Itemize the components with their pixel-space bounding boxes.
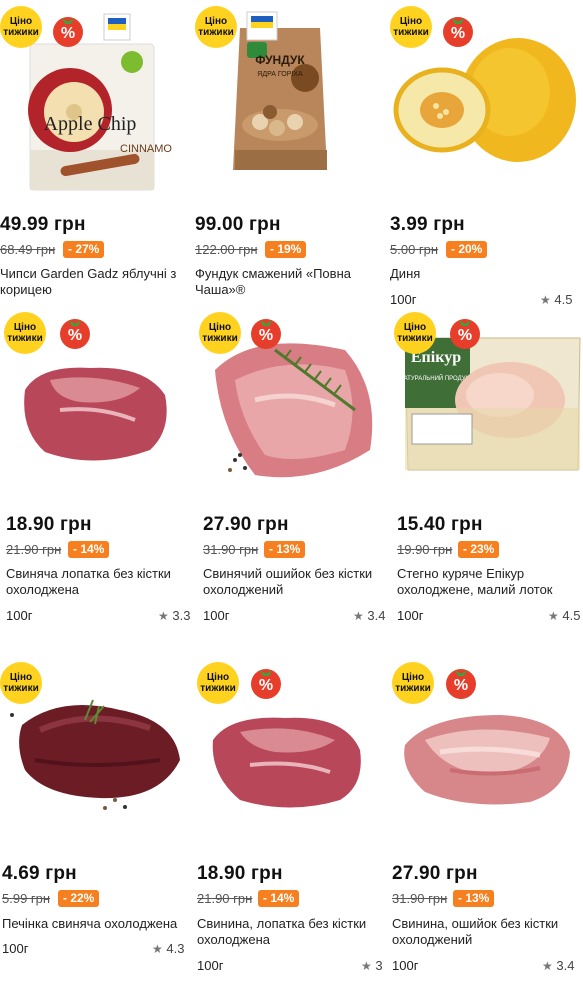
star-icon: ★ — [158, 609, 169, 623]
discount-badge: - 13% — [264, 541, 306, 558]
product-card[interactable]: Ціно тижики % 27.90 грн 31.90 грн - 13% … — [195, 310, 390, 640]
svg-text:%: % — [451, 25, 465, 42]
old-price: 31.90 грн — [203, 542, 259, 557]
product-card[interactable]: Ціно тижики % 3.99 грн 5.00 грн - 20% Ди… — [390, 0, 583, 330]
product-price: 15.40 грн — [397, 514, 483, 535]
product-price: 18.90 грн — [197, 863, 283, 884]
product-card[interactable]: Ціно тижики % 18.90 грн 21.90 грн - 14% … — [195, 660, 390, 990]
product-weight: 100г — [203, 608, 230, 623]
product-weight: 100г — [6, 608, 33, 623]
product-card[interactable]: ФУНДУК ЯДРА ГОРІХА Ціно тижики 99.00 грн… — [195, 0, 390, 330]
svg-text:%: % — [458, 327, 472, 344]
discount-badge: - 27% — [63, 241, 105, 258]
product-price: 27.90 грн — [203, 514, 289, 535]
svg-text:%: % — [259, 327, 273, 344]
ciono-badge: Ціно тижики — [197, 662, 239, 704]
star-icon: ★ — [361, 959, 372, 973]
pack-sub-text: НАТУРАЛЬНИЙ ПРОДУКТ — [399, 374, 473, 382]
old-price: 19.90 грн — [397, 542, 453, 557]
product-rating: ★ 4.3 — [152, 941, 185, 956]
product-title[interactable]: Диня — [390, 266, 575, 282]
product-rating: ★ 3.4 — [542, 958, 575, 973]
old-price: 21.90 грн — [197, 891, 253, 906]
product-price: 99.00 грн — [195, 214, 281, 235]
svg-text:%: % — [259, 677, 273, 694]
product-weight: 100г — [397, 608, 424, 623]
product-title[interactable]: Печінка свиняча охолоджена — [2, 916, 187, 932]
pack-sub-text: ЯДРА ГОРІХА — [257, 71, 303, 78]
ciono-badge: Ціно тижики — [390, 6, 432, 48]
ciono-badge: Ціно тижики — [0, 662, 42, 704]
old-price: 5.99 грн — [2, 891, 51, 906]
product-weight: 100г — [2, 941, 29, 956]
product-title[interactable]: Свинина, лопатка без кістки охолоджена — [197, 916, 382, 948]
discount-badge: - 20% — [446, 241, 488, 258]
product-rating: ★ 4.5 — [548, 608, 581, 623]
discount-tomato-icon: % — [251, 319, 281, 349]
product-rating: ★ 4.5 — [540, 292, 573, 307]
product-weight: 100г — [392, 958, 419, 973]
star-icon: ★ — [542, 959, 553, 973]
discount-badge: - 13% — [453, 890, 495, 907]
old-price: 21.90 грн — [6, 542, 62, 557]
product-weight: 100г — [390, 292, 417, 307]
discount-badge: - 14% — [68, 541, 110, 558]
ciono-badge: Ціно тижики — [199, 312, 241, 354]
product-rating: ★ 3.4 — [353, 608, 386, 623]
product-price: 49.99 грн — [0, 214, 86, 235]
product-rating: ★ 3 — [361, 958, 383, 973]
product-card[interactable]: Епікур НАТУРАЛЬНИЙ ПРОДУКТ Ціно тижики %… — [390, 310, 583, 640]
product-card[interactable]: Apple Chip CINNAMO Ціно тижики % 49.99 г… — [0, 0, 195, 330]
ciono-badge: Ціно тижики — [195, 6, 237, 48]
discount-badge: - 23% — [458, 541, 500, 558]
discount-badge: - 14% — [258, 890, 300, 907]
star-icon: ★ — [548, 609, 559, 623]
svg-text:%: % — [68, 327, 82, 344]
ciono-badge: Ціно тижики — [392, 662, 434, 704]
product-title[interactable]: Свинина, ошийок без кістки охолоджений — [392, 916, 577, 948]
discount-tomato-icon: % — [60, 319, 90, 349]
product-title[interactable]: Свинячий ошийок без кістки охолоджений — [203, 566, 388, 598]
pack-sub-text: CINNAMO — [120, 143, 172, 155]
old-price: 5.00 грн — [390, 242, 439, 257]
star-icon: ★ — [540, 293, 551, 307]
product-title[interactable]: Свиняча лопатка без кістки охолоджена — [6, 566, 191, 598]
old-price: 31.90 грн — [392, 891, 448, 906]
product-card[interactable]: Ціно тижики % 18.90 грн 21.90 грн - 14% … — [0, 310, 195, 640]
product-price: 18.90 грн — [6, 514, 92, 535]
product-price: 3.99 грн — [390, 214, 465, 235]
old-price: 122.00 грн — [195, 242, 258, 257]
star-icon: ★ — [353, 609, 364, 623]
pack-title-text: Apple Chip — [44, 113, 137, 135]
product-price: 27.90 грн — [392, 863, 478, 884]
discount-tomato-icon: % — [446, 669, 476, 699]
product-card[interactable]: Ціно тижики % 27.90 грн 31.90 грн - 13% … — [390, 660, 583, 990]
pack-title-text: ФУНДУК — [255, 53, 305, 67]
discount-tomato-icon: % — [251, 669, 281, 699]
product-card[interactable]: Ціно тижики 4.69 грн 5.99 грн - 22% Печі… — [0, 660, 195, 990]
discount-tomato-icon: % — [53, 17, 83, 47]
old-price: 68.49 грн — [0, 242, 56, 257]
product-rating: ★ 3.3 — [158, 608, 191, 623]
discount-badge: - 19% — [265, 241, 307, 258]
product-price: 4.69 грн — [2, 863, 77, 884]
product-weight: 100г — [197, 958, 224, 973]
ciono-badge: Ціно тижики — [394, 312, 436, 354]
product-title[interactable]: Фундук смажений «Повна Чаша»® — [195, 266, 380, 298]
svg-text:%: % — [61, 25, 75, 42]
product-title[interactable]: Чипси Garden Gadz яблучні з корицею — [0, 266, 185, 298]
discount-tomato-icon: % — [450, 319, 480, 349]
discount-tomato-icon: % — [443, 17, 473, 47]
discount-badge: - 22% — [58, 890, 100, 907]
product-title[interactable]: Стегно куряче Епікур охолоджене, малий л… — [397, 566, 582, 598]
svg-text:%: % — [454, 677, 468, 694]
star-icon: ★ — [152, 942, 163, 956]
ciono-badge: Ціно тижики — [0, 6, 42, 48]
ciono-badge: Ціно тижики — [4, 312, 46, 354]
